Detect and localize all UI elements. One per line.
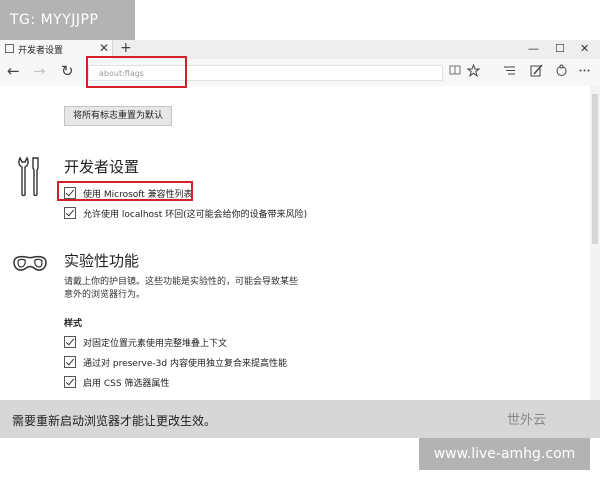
- brand-watermark: 世外云: [507, 413, 547, 428]
- styles-subheading: 样式: [64, 319, 83, 329]
- tg-watermark: TG: MYYJJPP: [0, 0, 135, 40]
- checkbox-checked[interactable]: [64, 356, 76, 368]
- maximize-button[interactable]: ☐: [555, 42, 565, 55]
- reset-flags-button[interactable]: 将所有标志重置为默认: [64, 106, 173, 126]
- more-icon[interactable]: [578, 64, 591, 81]
- scrollbar-thumb[interactable]: [592, 94, 598, 244]
- site-watermark: www.live-amhg.com: [419, 438, 590, 470]
- restart-notice-bar: 需要重新启动浏览器才能让更改生效。 世外云: [0, 400, 600, 438]
- developer-settings-title: 开发者设置: [64, 158, 140, 176]
- favorites-star-icon[interactable]: [466, 63, 481, 81]
- vertical-scrollbar[interactable]: [590, 86, 600, 400]
- back-button[interactable]: ←: [7, 63, 20, 80]
- page-icon: [5, 44, 14, 53]
- option-label: 启用 CSS 筛选器属性: [83, 379, 170, 389]
- share-icon[interactable]: [555, 64, 568, 81]
- option-label: 允许使用 localhost 环回(这可能会给你的设备带来风险): [83, 210, 308, 220]
- checkbox-checked[interactable]: [64, 207, 76, 219]
- checkbox-checked[interactable]: [64, 376, 76, 388]
- url-highlight-box: [86, 56, 187, 88]
- forward-button[interactable]: →: [33, 63, 46, 80]
- checkbox-checked[interactable]: [64, 336, 76, 348]
- hub-icon[interactable]: [503, 64, 516, 81]
- option-label: 对固定位置元素使用完整堆叠上下文: [83, 339, 228, 349]
- close-tab-icon[interactable]: ✕: [99, 41, 109, 55]
- reading-view-icon[interactable]: [449, 64, 461, 80]
- experimental-description: 请戴上你的护目镜。这些功能是实验性的，可能会导致某些意外的浏览器行为。: [64, 277, 299, 300]
- new-tab-button[interactable]: +: [120, 40, 132, 57]
- browser-window: 开发者设置 ✕ + — ☐ ✕ ← → ↻ about:flags 将所有标志重…: [0, 40, 600, 438]
- tools-icon: [16, 154, 42, 202]
- tab-title: 开发者设置: [18, 46, 64, 56]
- close-window-button[interactable]: ✕: [580, 42, 589, 55]
- page-content: 将所有标志重置为默认 开发者设置 使用 Microsoft 兼容性列表 允许使用…: [0, 86, 590, 400]
- experimental-features-title: 实验性功能: [64, 252, 140, 270]
- option-label: 通过对 preserve-3d 内容使用独立复合来提高性能: [83, 359, 287, 369]
- refresh-button[interactable]: ↻: [61, 63, 74, 80]
- web-note-icon[interactable]: [530, 64, 543, 81]
- restart-notice-text: 需要重新启动浏览器才能让更改生效。: [12, 414, 217, 428]
- option-highlight-box: [57, 181, 193, 201]
- minimize-button[interactable]: —: [528, 42, 539, 55]
- goggles-icon: [12, 254, 48, 280]
